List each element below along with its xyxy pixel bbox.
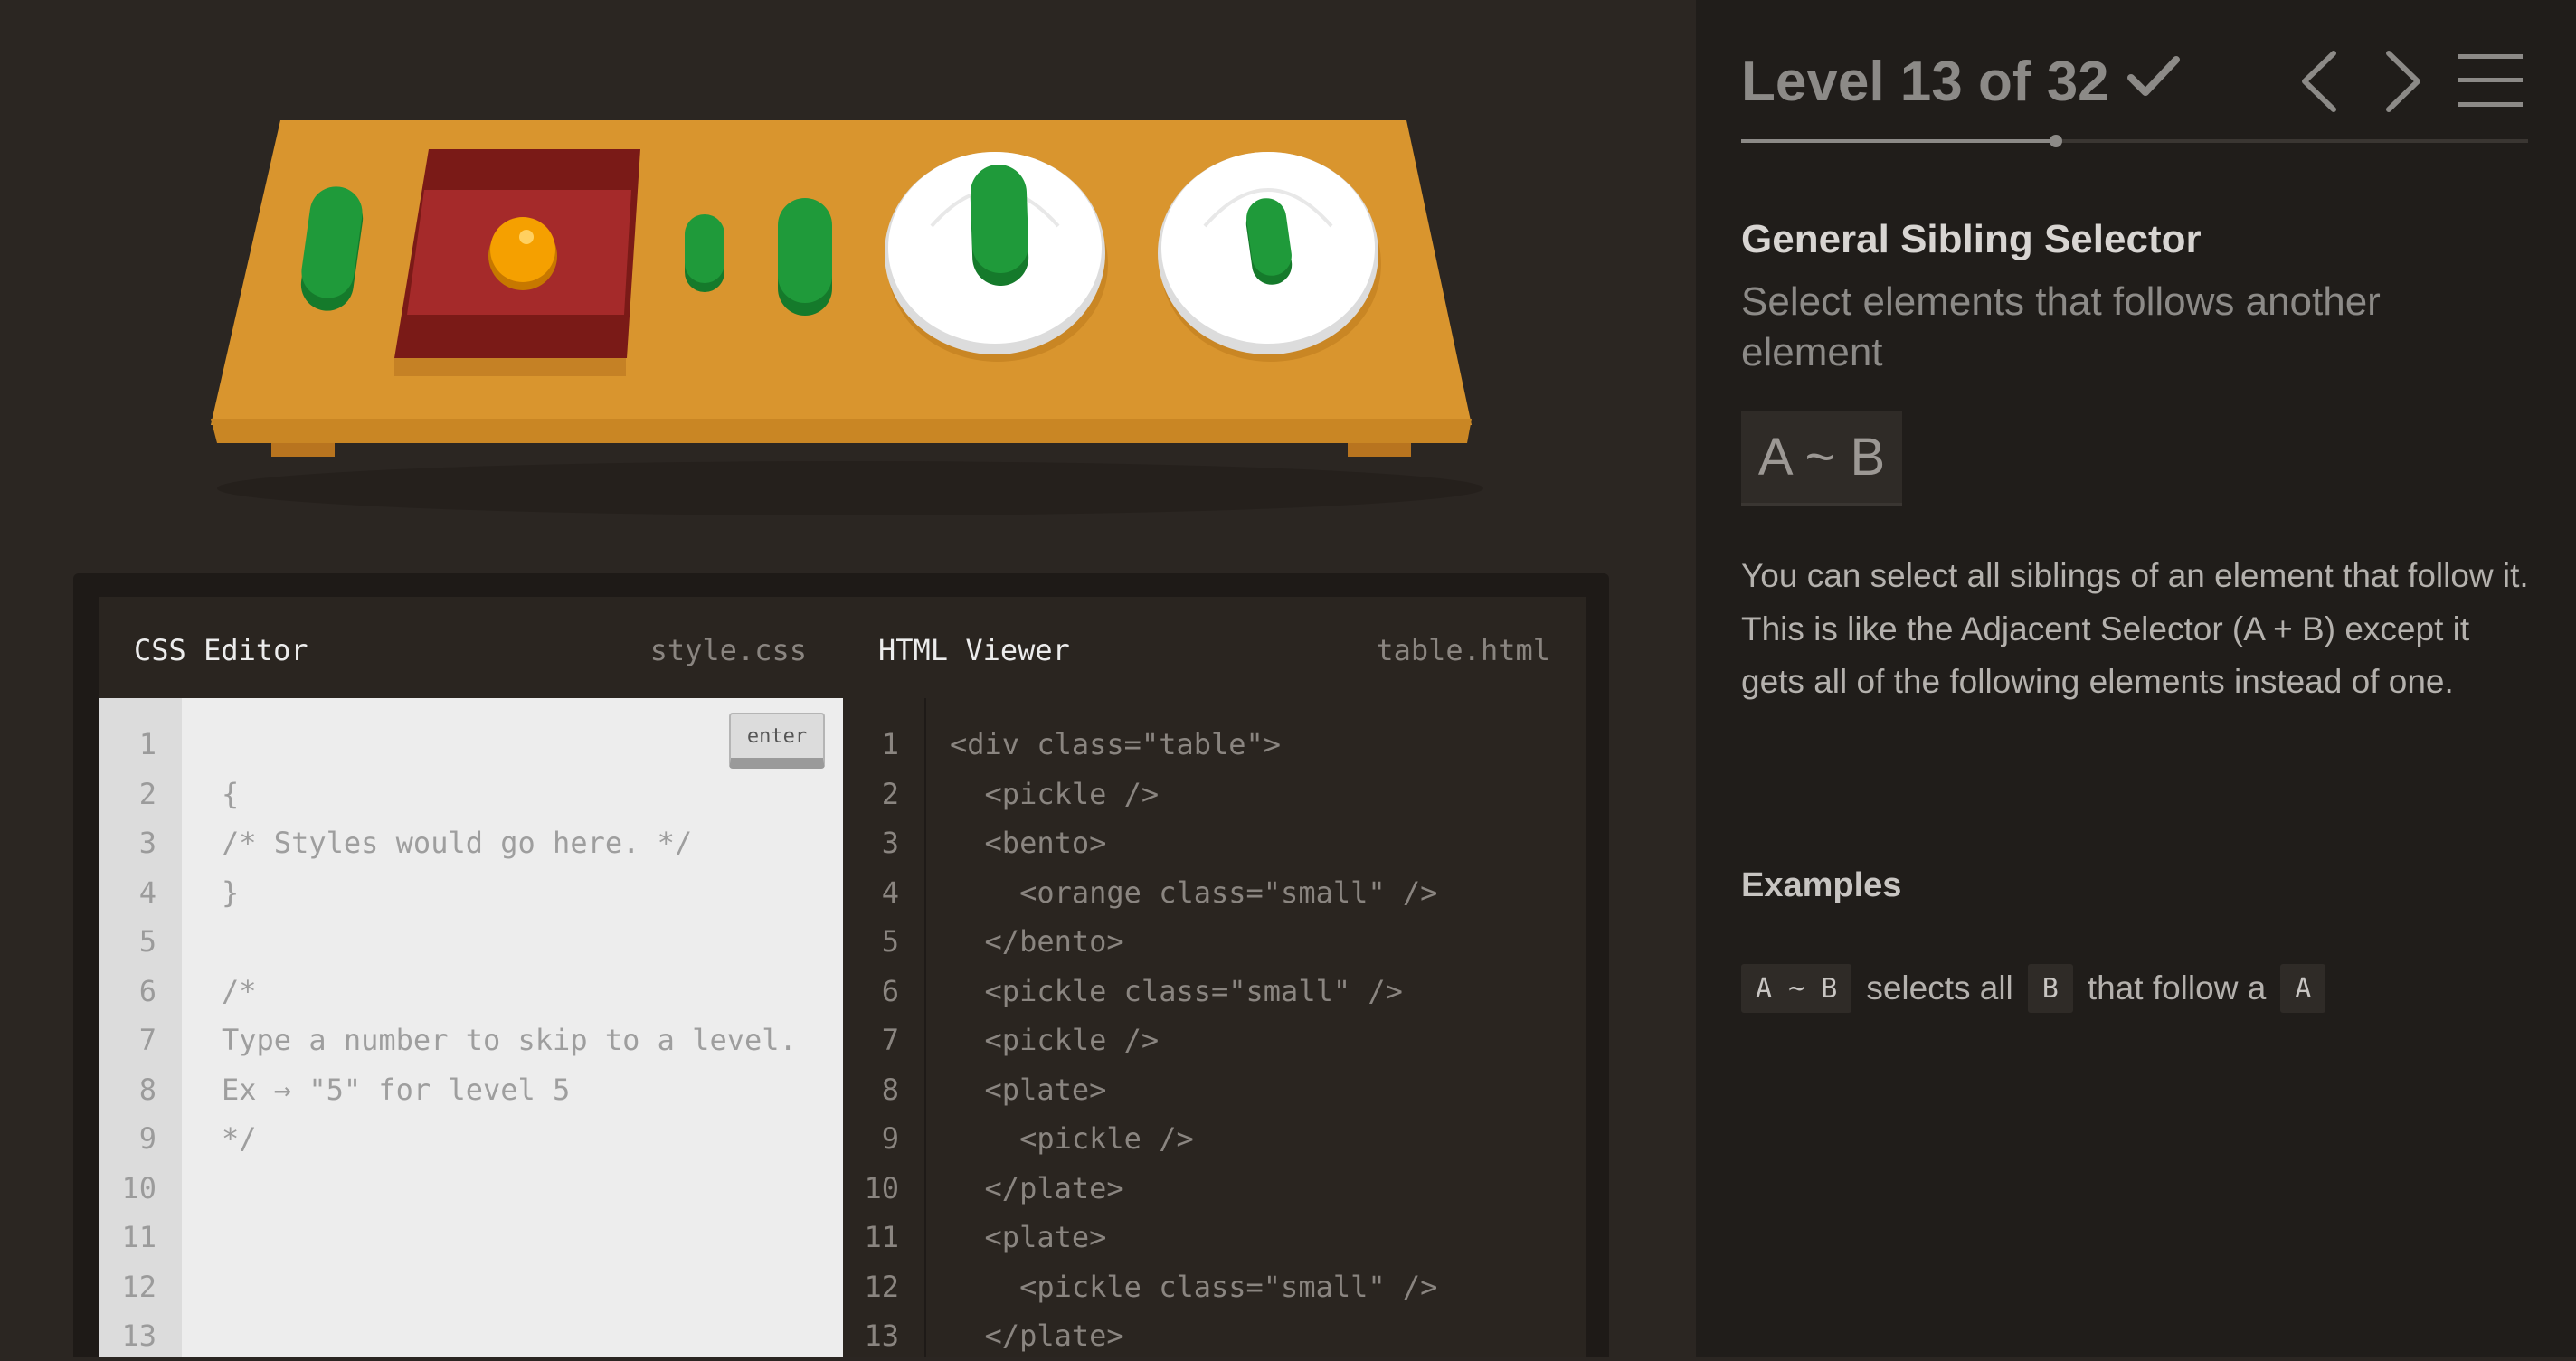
pickle-2[interactable] — [778, 198, 832, 316]
level-indicator[interactable]: Level 13 of 32 — [1741, 50, 2109, 114]
markup-line: <pickle class="small" /> — [950, 1269, 1438, 1304]
html-line-numbers: 1 2 3 4 5 6 7 8 9 10 11 12 13 — [843, 698, 926, 1357]
markup-line: <plate> — [950, 1220, 1107, 1254]
orange-small[interactable] — [488, 217, 557, 290]
markup-line: <bento> — [950, 826, 1107, 860]
css-editor-header: CSS Editor style.css — [99, 597, 843, 698]
editor-panel: CSS Editor style.css 1 2 3 4 5 6 7 8 9 10 11 12 13 {… — [73, 573, 1609, 1357]
chevron-right-icon[interactable] — [2380, 50, 2425, 113]
markup-line: <pickle class="small" /> — [950, 973, 1403, 1008]
example-item: A ~ B selects all B that follow a A — [1741, 962, 2326, 1015]
code-line: Ex → "5" for level 5 — [222, 1072, 571, 1107]
selector-syntax: A ~ B — [1741, 411, 1902, 506]
code-line: { — [222, 776, 240, 811]
table-shadow — [217, 461, 1483, 515]
html-code: <div class="table"> <pickle /> <bento> <… — [926, 698, 1586, 1357]
code-line: /* Styles would go here. */ — [222, 826, 693, 860]
game-area: CSS Editor style.css 1 2 3 4 5 6 7 8 9 10 11 12 13 {… — [0, 0, 1696, 1357]
example-selector-tag: A ~ B — [1741, 964, 1852, 1013]
html-viewer-filename: table.html — [1376, 633, 1550, 667]
table-edge — [211, 419, 1472, 443]
line-number: 4 — [881, 874, 899, 910]
examples-heading: Examples — [1741, 866, 1902, 904]
markup-line: </plate> — [950, 1170, 1124, 1205]
code-line: */ — [222, 1121, 257, 1156]
css-editor: CSS Editor style.css 1 2 3 4 5 6 7 8 9 10 11 12 13 {… — [99, 597, 843, 1357]
line-number: 9 — [881, 1121, 899, 1156]
css-selector-input[interactable] — [223, 720, 730, 769]
checkmark-icon — [2127, 56, 2180, 96]
markup-line: <pickle /> — [950, 776, 1160, 811]
line-number: 3 — [881, 826, 899, 860]
table-scene — [211, 120, 1483, 515]
html-viewer-title: HTML Viewer — [878, 633, 1070, 667]
example-text-1: selects all — [1866, 969, 2013, 1007]
sidebar: Level 13 of 32 General Sibling Selector … — [1696, 0, 2576, 1357]
line-number: 2 — [881, 776, 899, 811]
markup-line: <plate> — [950, 1072, 1107, 1107]
markup-line: <div class="table"> — [950, 727, 1282, 761]
css-editor-filename: style.css — [649, 633, 807, 667]
html-viewer-header: HTML Viewer table.html — [843, 597, 1586, 698]
code-line: Type a number to skip to a level. — [222, 1023, 797, 1057]
enter-button[interactable]: enter — [729, 713, 825, 769]
example-tag-a: A — [2280, 964, 2326, 1013]
line-number: 5 — [881, 924, 899, 959]
markup-line: </plate> — [950, 1318, 1124, 1353]
hamburger-menu-icon[interactable] — [2458, 52, 2523, 109]
line-number: 1 — [881, 727, 899, 761]
selector-name: General Sibling Selector — [1741, 217, 2202, 261]
line-number: 7 — [881, 1023, 899, 1057]
html-viewer: HTML Viewer table.html 1 2 3 4 5 6 7 8 9 10 11 12 13… — [843, 597, 1586, 1357]
pickle-on-plate-1[interactable] — [970, 164, 1029, 287]
line-number: 13 — [864, 1318, 899, 1353]
html-viewer-body: 1 2 3 4 5 6 7 8 9 10 11 12 13 <div class="table"> <p… — [843, 698, 1586, 1357]
markup-line: <orange class="small" /> — [950, 874, 1438, 910]
plate-1[interactable] — [885, 152, 1108, 362]
line-number: 8 — [881, 1072, 899, 1107]
css-editor-title: CSS Editor — [134, 633, 308, 667]
css-editor-body: 1 2 3 4 5 6 7 8 9 10 11 12 13 {/* Styles would go he… — [99, 698, 843, 1357]
markup-line: </bento> — [950, 924, 1124, 959]
example-tag-b: B — [2027, 964, 2073, 1013]
code-line: } — [222, 874, 240, 910]
level-progress-fill — [1741, 139, 2056, 143]
markup-line: <pickle /> — [950, 1023, 1160, 1057]
line-number: 11 — [864, 1220, 899, 1254]
plate-2[interactable] — [1158, 152, 1381, 362]
line-number: 12 — [864, 1269, 899, 1304]
level-progress-marker — [2050, 135, 2062, 147]
line-number: 6 — [881, 973, 899, 1008]
level-progress-bar — [1741, 135, 2528, 147]
css-code: { /* Styles would go here. */} /* Type a nu… — [99, 698, 843, 1357]
pickle-small-1[interactable] — [685, 214, 724, 292]
line-number: 10 — [864, 1170, 899, 1205]
code-line: /* — [222, 973, 257, 1008]
markup-line: <pickle /> — [950, 1121, 1194, 1156]
selector-help-text: You can select all siblings of an elemen… — [1741, 557, 2529, 700]
selector-description: Select elements that follows another ele… — [1741, 279, 2381, 374]
example-text-2: that follow a — [2087, 969, 2267, 1007]
chevron-left-icon[interactable] — [2297, 50, 2343, 113]
